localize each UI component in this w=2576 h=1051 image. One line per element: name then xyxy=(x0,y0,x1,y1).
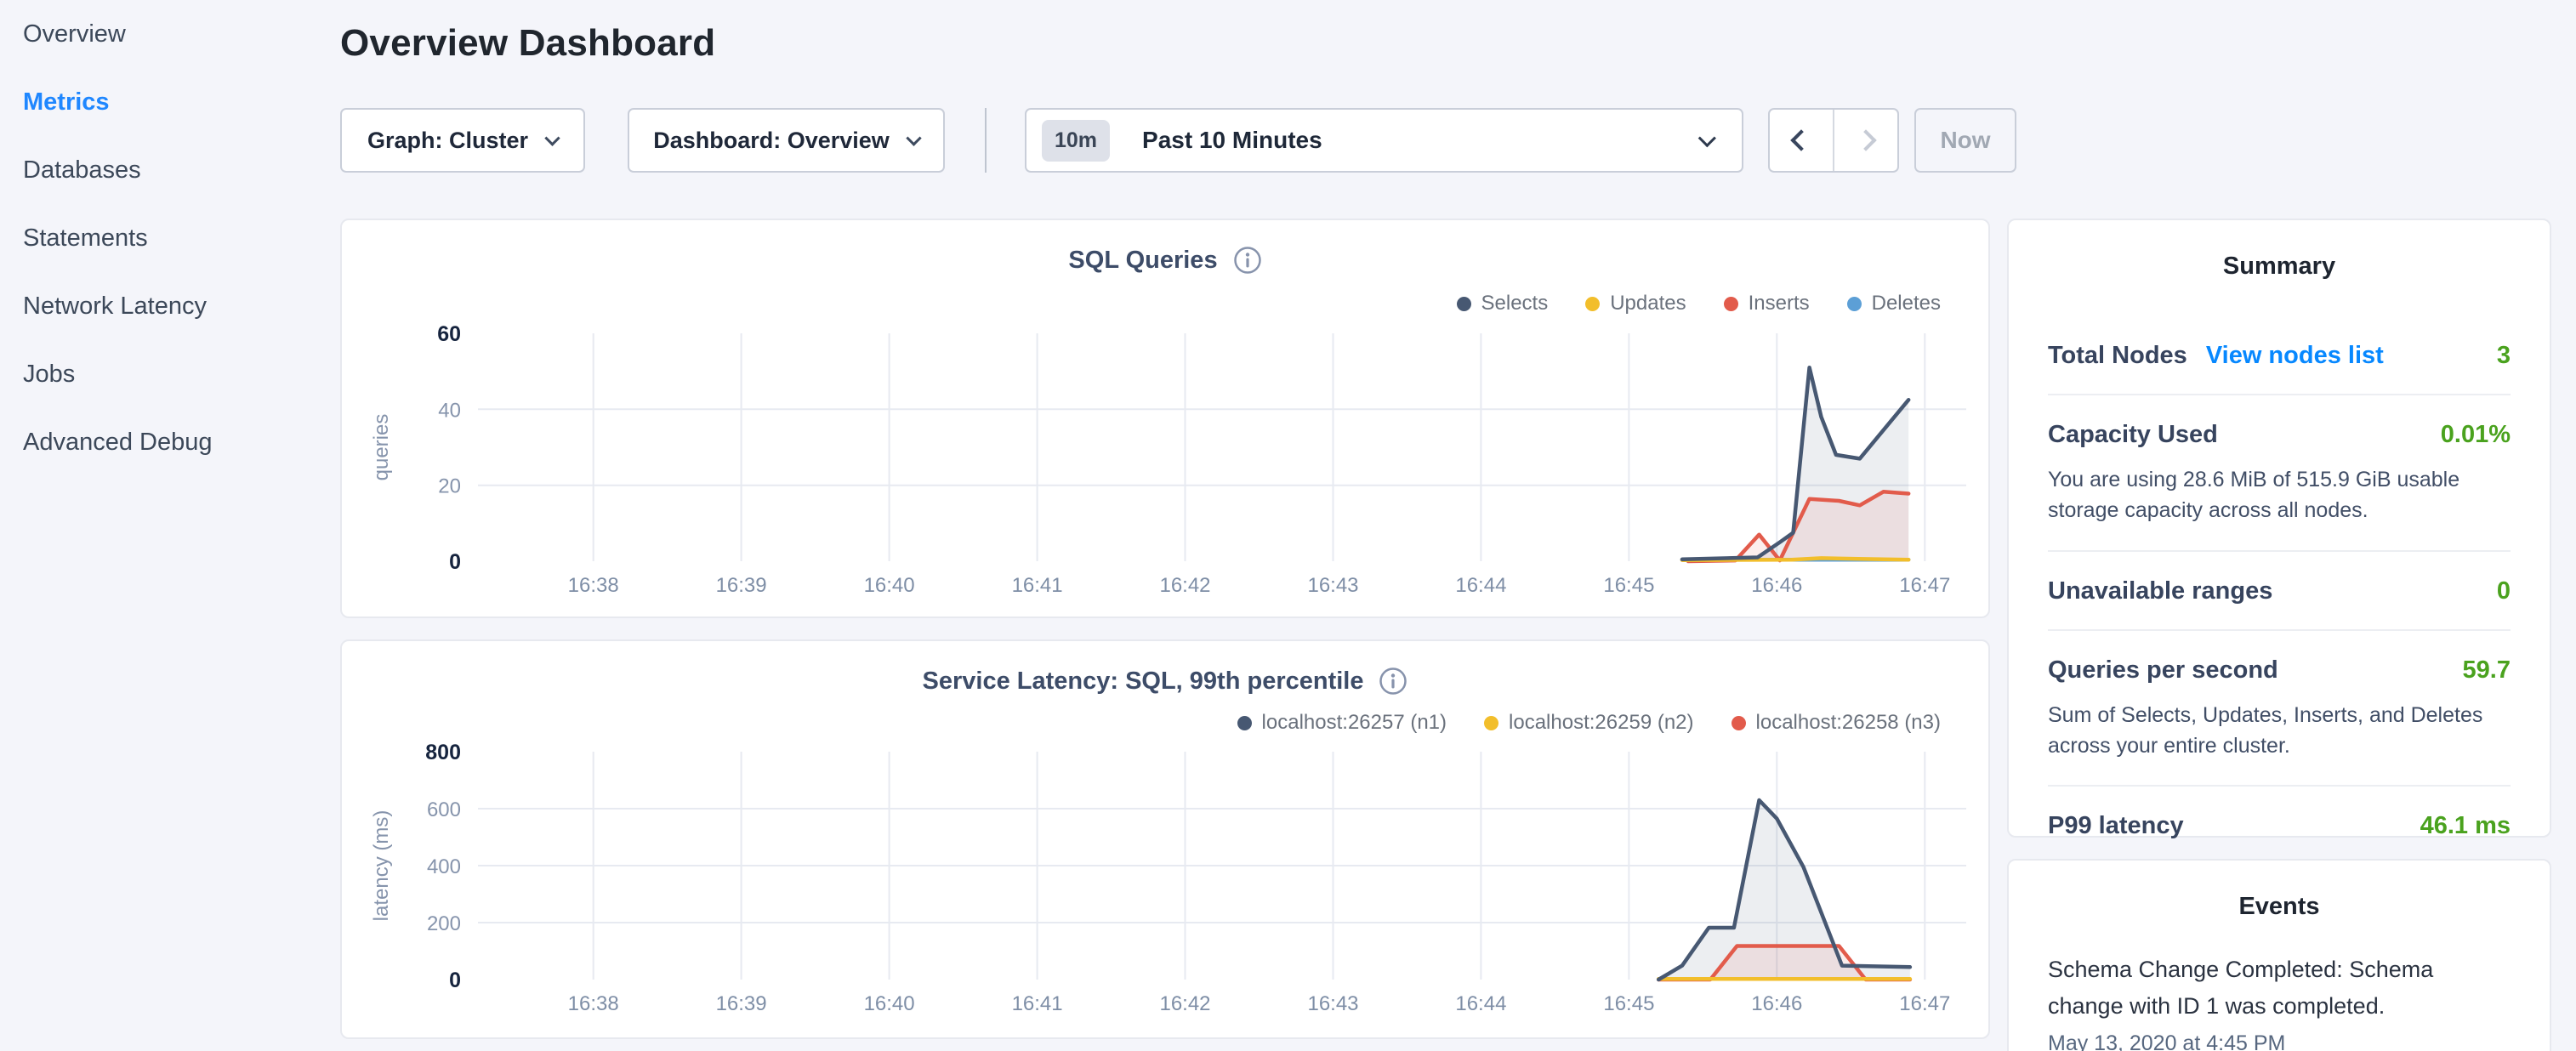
summary-row-label: Queries per second xyxy=(2048,656,2278,685)
svg-text:16:42: 16:42 xyxy=(1159,992,1210,1015)
summary-row-value: 46.1 ms xyxy=(2420,812,2511,840)
svg-text:0: 0 xyxy=(449,969,461,992)
summary-title: Summary xyxy=(2048,253,2511,281)
chevron-down-icon xyxy=(906,130,921,145)
svg-text:16:44: 16:44 xyxy=(1455,574,1506,597)
summary-row-label: Capacity Used xyxy=(2048,421,2218,449)
summary-row-value: 0 xyxy=(2497,577,2511,605)
events-panel: Events Schema Change Completed: Schema c… xyxy=(2007,859,2551,1051)
time-prev-button[interactable] xyxy=(1770,110,1834,171)
chart-plot-area[interactable]: 16:38 16:39 16:40 16:41 16:42 16:43 16:44 16:45… xyxy=(342,641,1992,1041)
svg-text:200: 200 xyxy=(427,912,461,935)
svg-text:60: 60 xyxy=(437,322,461,346)
dashboard-dropdown-label: Dashboard: Overview xyxy=(653,128,890,154)
summary-row-label: Unavailable ranges xyxy=(2048,577,2272,605)
svg-text:0: 0 xyxy=(449,550,461,574)
time-next-button[interactable] xyxy=(1834,110,1897,171)
event-message: Schema Change Completed: Schema change w… xyxy=(2048,952,2448,1025)
time-stepper xyxy=(1768,108,1899,173)
service-latency-chart-card: Service Latency: SQL, 99th percentile lo… xyxy=(340,639,1990,1039)
summary-row-label: P99 latency xyxy=(2048,812,2184,840)
main-content: Overview Dashboard Graph: Cluster Dashbo… xyxy=(340,0,2028,65)
summary-row-capacity-used: Capacity Used 0.01% You are using 28.6 M… xyxy=(2048,395,2511,552)
graph-dropdown[interactable]: Graph: Cluster xyxy=(340,108,585,173)
sidebar-item-metrics[interactable]: Metrics xyxy=(0,68,340,136)
svg-text:queries: queries xyxy=(370,414,393,481)
svg-text:latency (ms): latency (ms) xyxy=(370,810,393,922)
svg-text:16:47: 16:47 xyxy=(1899,992,1950,1015)
chevron-right-icon xyxy=(1855,129,1876,151)
svg-text:16:46: 16:46 xyxy=(1751,574,1802,597)
svg-text:16:38: 16:38 xyxy=(568,992,619,1015)
time-range-dropdown[interactable]: 10m Past 10 Minutes xyxy=(1025,108,1743,173)
svg-text:16:39: 16:39 xyxy=(716,574,767,597)
svg-text:16:39: 16:39 xyxy=(716,992,767,1015)
time-range-badge: 10m xyxy=(1042,120,1110,162)
summary-row-value: 0.01% xyxy=(2441,421,2511,449)
summary-row-unavailable-ranges: Unavailable ranges 0 xyxy=(2048,552,2511,631)
svg-text:800: 800 xyxy=(425,741,461,764)
svg-text:16:46: 16:46 xyxy=(1751,992,1802,1015)
now-button[interactable]: Now xyxy=(1914,108,2016,173)
svg-text:16:43: 16:43 xyxy=(1307,992,1358,1015)
svg-text:16:42: 16:42 xyxy=(1159,574,1210,597)
sidebar: Overview Metrics Databases Statements Ne… xyxy=(0,0,340,1051)
svg-text:16:40: 16:40 xyxy=(864,992,915,1015)
summary-row-p99-latency: P99 latency 46.1 ms xyxy=(2048,787,2511,864)
time-range-label: Past 10 Minutes xyxy=(1142,127,1322,154)
svg-text:16:45: 16:45 xyxy=(1603,574,1654,597)
svg-text:20: 20 xyxy=(438,475,461,498)
sidebar-item-statements[interactable]: Statements xyxy=(0,204,340,272)
svg-text:40: 40 xyxy=(438,399,461,422)
sql-queries-chart-card: SQL Queries SelectsUpdatesInsertsDeletes… xyxy=(340,219,1990,618)
summary-row-description: Sum of Selects, Updates, Inserts, and De… xyxy=(2048,700,2511,762)
chevron-down-icon xyxy=(1698,129,1716,147)
svg-text:16:41: 16:41 xyxy=(1012,992,1063,1015)
summary-row-value: 59.7 xyxy=(2463,656,2511,685)
sidebar-item-databases[interactable]: Databases xyxy=(0,136,340,204)
sidebar-item-advanced-debug[interactable]: Advanced Debug xyxy=(0,408,340,476)
view-nodes-list-link[interactable]: View nodes list xyxy=(2206,342,2384,370)
sidebar-item-jobs[interactable]: Jobs xyxy=(0,340,340,408)
sidebar-item-network-latency[interactable]: Network Latency xyxy=(0,272,340,340)
summary-row-queries-per-second: Queries per second 59.7 Sum of Selects, … xyxy=(2048,631,2511,787)
dashboard-dropdown[interactable]: Dashboard: Overview xyxy=(628,108,945,173)
svg-text:16:40: 16:40 xyxy=(864,574,915,597)
event-timestamp: May 13, 2020 at 4:45 PM xyxy=(2048,1031,2511,1051)
svg-text:16:47: 16:47 xyxy=(1899,574,1950,597)
summary-row-description: You are using 28.6 MiB of 515.9 GiB usab… xyxy=(2048,464,2511,526)
events-title: Events xyxy=(2048,893,2511,921)
chevron-left-icon xyxy=(1790,129,1811,151)
chevron-down-icon xyxy=(544,130,560,145)
summary-row-label: Total Nodes xyxy=(2048,342,2187,370)
sidebar-item-overview[interactable]: Overview xyxy=(0,0,340,68)
chart-plot-area[interactable]: 16:38 16:39 16:40 16:41 16:42 16:43 16:44 16:45… xyxy=(342,220,1992,620)
toolbar-divider xyxy=(985,108,987,173)
toolbar: Graph: Cluster Dashboard: Overview 10m P… xyxy=(340,108,2016,173)
svg-text:600: 600 xyxy=(427,798,461,821)
graph-dropdown-label: Graph: Cluster xyxy=(367,128,528,154)
summary-row-value: 3 xyxy=(2497,342,2511,370)
page-title: Overview Dashboard xyxy=(340,22,2028,65)
svg-text:16:38: 16:38 xyxy=(568,574,619,597)
summary-row-total-nodes: Total Nodes View nodes list 3 xyxy=(2048,316,2511,395)
svg-text:16:43: 16:43 xyxy=(1307,574,1358,597)
svg-text:400: 400 xyxy=(427,855,461,878)
svg-text:16:44: 16:44 xyxy=(1455,992,1506,1015)
svg-text:16:45: 16:45 xyxy=(1603,992,1654,1015)
summary-panel: Summary Total Nodes View nodes list 3 Ca… xyxy=(2007,219,2551,838)
svg-text:16:41: 16:41 xyxy=(1012,574,1063,597)
